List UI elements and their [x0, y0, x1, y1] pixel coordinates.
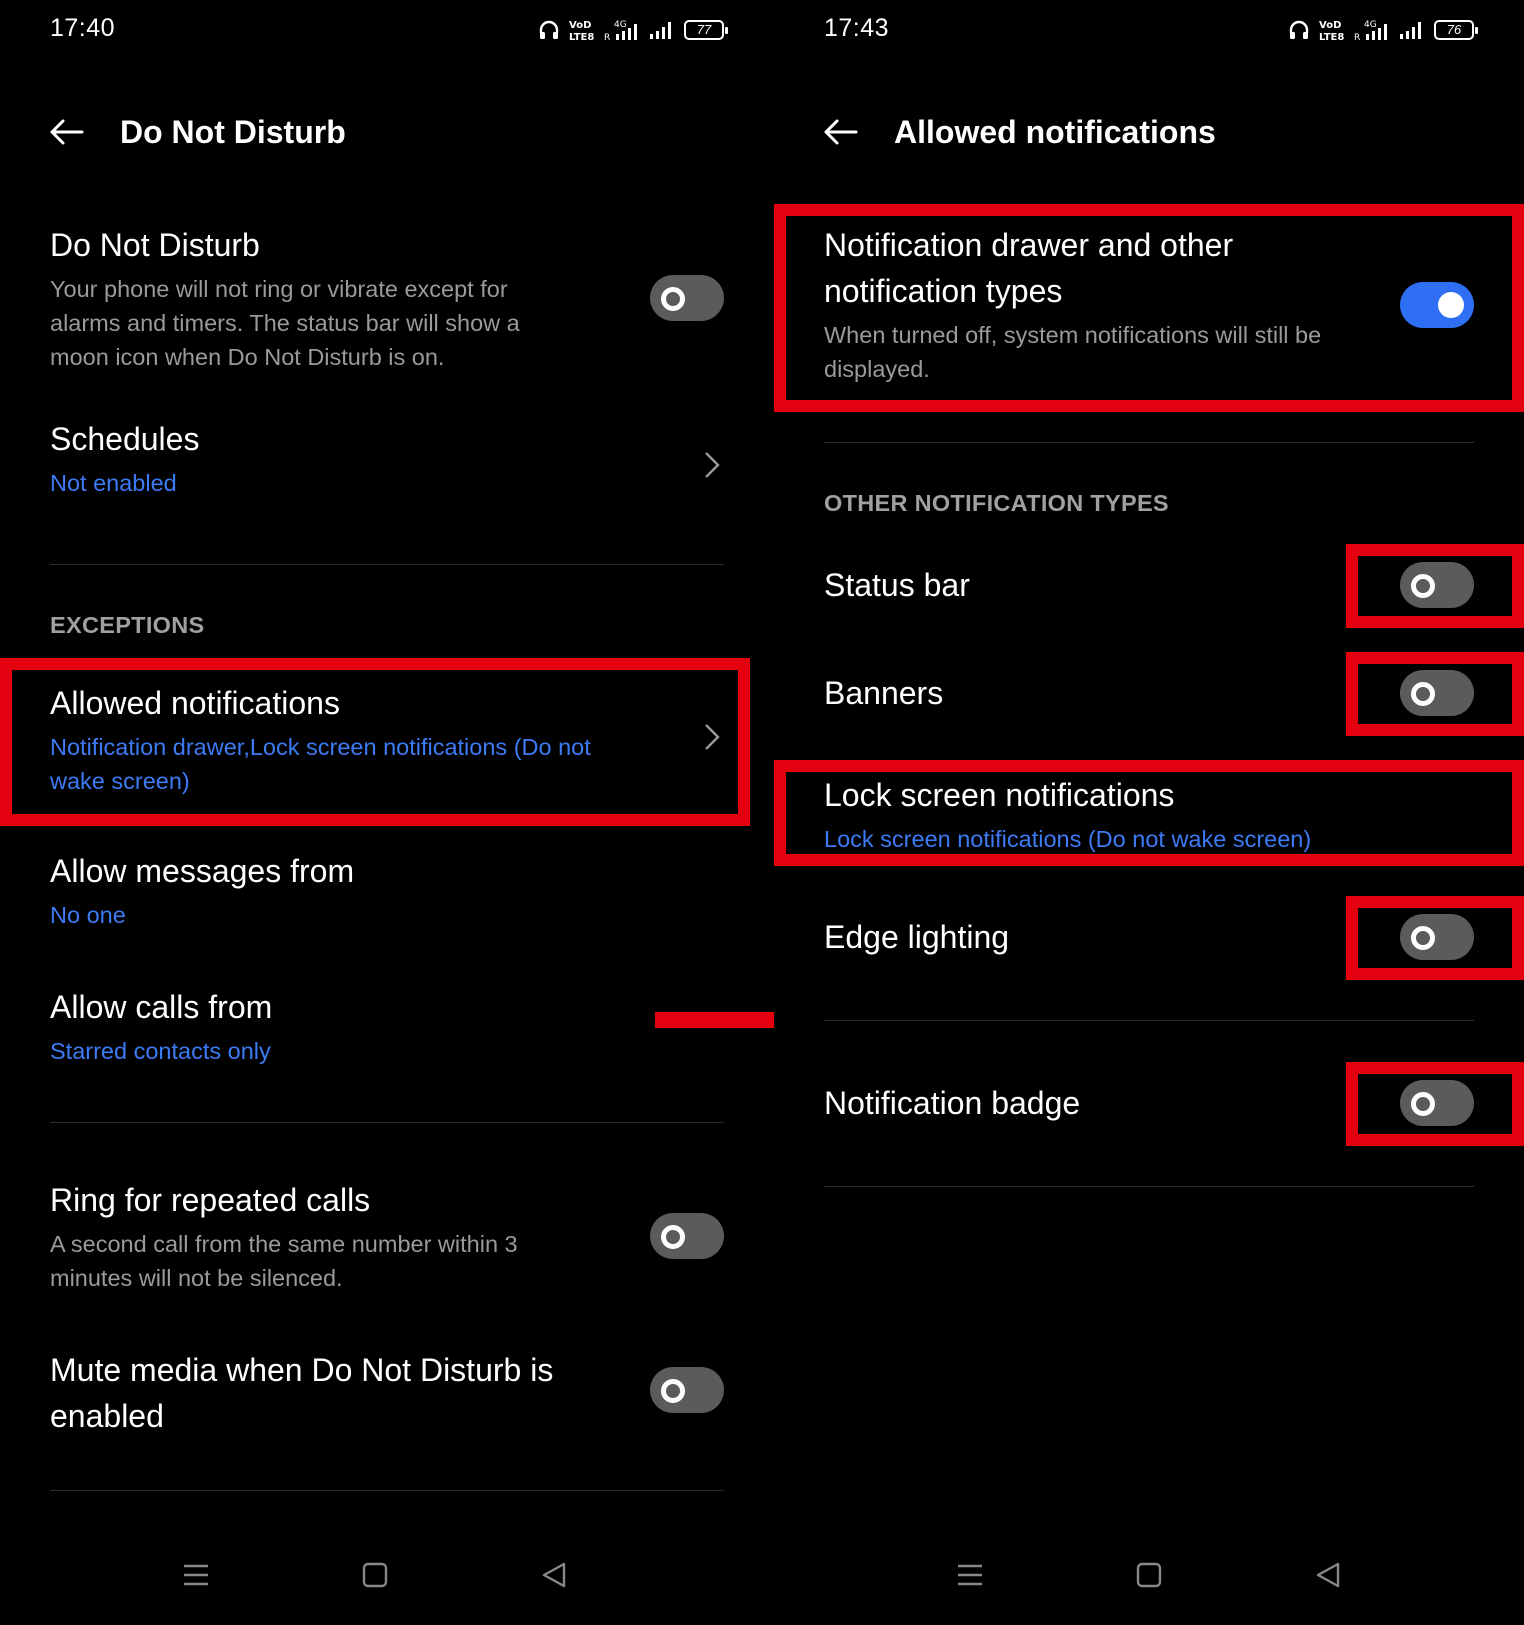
schedules-row[interactable]: Schedules Not enabled — [50, 416, 724, 500]
status-bar: 17:43 VoD LTE8 4G R 76 — [824, 14, 1478, 48]
signal-icon — [1400, 22, 1421, 39]
repeated-calls-description: A second call from the same number withi… — [50, 1231, 518, 1291]
signal-4g-icon: 4G R — [1354, 20, 1387, 42]
repeated-calls-title: Ring for repeated calls — [50, 1182, 371, 1218]
allow-calls-title: Allow calls from — [50, 989, 273, 1025]
battery-level: 76 — [1446, 22, 1462, 37]
headphones-icon — [1289, 20, 1309, 39]
dnd-title: Do Not Disturb — [50, 227, 260, 263]
svg-text:VoD: VoD — [569, 20, 591, 31]
svg-text:VoD: VoD — [1319, 20, 1341, 31]
divider — [824, 1186, 1474, 1187]
schedules-status: Not enabled — [50, 470, 177, 496]
divider — [50, 564, 724, 565]
notification-drawer-toggle[interactable] — [1400, 282, 1474, 328]
divider — [50, 1122, 724, 1123]
status-bar: 17:40 VoD LTE8 4G R 77 — [50, 14, 728, 48]
lock-screen-title: Lock screen notifications — [824, 777, 1175, 813]
svg-text:4G: 4G — [1364, 20, 1377, 30]
signal-4g-icon: 4G R — [604, 20, 637, 42]
app-bar: Allowed notifications — [822, 100, 1216, 164]
banners-title: Banners — [824, 675, 944, 711]
menu-icon[interactable] — [950, 1555, 990, 1595]
right-screen: 17:43 VoD LTE8 4G R 76 Allowed notificatio… — [774, 0, 1524, 1625]
battery-icon: 77 — [684, 20, 728, 40]
notification-badge-toggle[interactable] — [1400, 1080, 1474, 1126]
edge-lighting-toggle[interactable] — [1400, 914, 1474, 960]
mute-media-row[interactable]: Mute media when Do Not Disturb is enable… — [50, 1347, 724, 1439]
home-icon[interactable] — [355, 1555, 395, 1595]
exceptions-header: EXCEPTIONS — [50, 612, 205, 638]
lock-screen-row[interactable]: Lock screen notifications Lock screen no… — [824, 772, 1474, 856]
battery-level: 77 — [696, 22, 712, 37]
divider — [824, 442, 1474, 443]
left-screen: 17:40 VoD LTE8 4G R 77 Do Not Disturb Do N… — [0, 0, 774, 1625]
repeated-calls-toggle[interactable] — [650, 1213, 724, 1259]
back-arrow-icon[interactable] — [822, 112, 862, 152]
allowed-notifications-summary: Notification drawer,Lock screen notifica… — [50, 734, 591, 794]
page-title: Allowed notifications — [894, 113, 1216, 150]
dnd-toggle[interactable] — [650, 275, 724, 321]
volte-icon: VoDLTE8 — [1319, 20, 1344, 42]
back-triangle-icon[interactable] — [1308, 1555, 1348, 1595]
other-notification-types-header: OTHER NOTIFICATION TYPES — [824, 490, 1169, 516]
battery-icon: 76 — [1434, 20, 1478, 40]
banners-row[interactable]: Banners — [824, 670, 1474, 716]
app-bar: Do Not Disturb — [48, 100, 346, 164]
allowed-notifications-title: Allowed notifications — [50, 685, 340, 721]
chevron-right-icon — [705, 724, 720, 750]
divider — [824, 1020, 1474, 1021]
allow-messages-title: Allow messages from — [50, 853, 355, 889]
notification-badge-title: Notification badge — [824, 1085, 1081, 1121]
svg-text:4G: 4G — [614, 20, 627, 30]
signal-icon — [650, 22, 671, 39]
dnd-description: Your phone will not ring or vibrate exce… — [50, 276, 520, 370]
page-title: Do Not Disturb — [120, 113, 346, 150]
dnd-setting-row[interactable]: Do Not Disturb Your phone will not ring … — [50, 222, 724, 374]
nav-bar — [0, 1545, 774, 1605]
status-bar-title: Status bar — [824, 567, 970, 603]
svg-text:R: R — [1354, 33, 1360, 42]
back-arrow-icon[interactable] — [48, 112, 88, 152]
notification-drawer-row[interactable]: Notification drawer and other notificati… — [824, 222, 1474, 386]
allow-calls-value: Starred contacts only — [50, 1038, 271, 1064]
nav-bar — [774, 1545, 1524, 1605]
volte-icon: VoDLTE8 — [569, 20, 594, 42]
notification-badge-row[interactable]: Notification badge — [824, 1080, 1474, 1126]
mute-media-title: Mute media when Do Not Disturb is enable… — [50, 1352, 554, 1434]
allow-messages-value: No one — [50, 902, 126, 928]
status-bar-row[interactable]: Status bar — [824, 562, 1474, 608]
allow-messages-row[interactable]: Allow messages from No one — [50, 848, 724, 932]
status-time: 17:43 — [824, 14, 890, 42]
edge-lighting-title: Edge lighting — [824, 919, 1010, 955]
notification-drawer-description: When turned off, system notifications wi… — [824, 322, 1322, 382]
status-bar-toggle[interactable] — [1400, 562, 1474, 608]
schedules-title: Schedules — [50, 421, 200, 457]
allowed-notifications-row[interactable]: Allowed notifications Notification drawe… — [50, 680, 724, 798]
svg-text:LTE8: LTE8 — [1319, 32, 1344, 42]
banners-toggle[interactable] — [1400, 670, 1474, 716]
mute-media-toggle[interactable] — [650, 1367, 724, 1413]
headphones-icon — [539, 20, 559, 39]
menu-icon[interactable] — [176, 1555, 216, 1595]
edge-lighting-row[interactable]: Edge lighting — [824, 914, 1474, 960]
chevron-right-icon — [705, 452, 720, 478]
divider — [50, 1490, 724, 1491]
home-icon[interactable] — [1129, 1555, 1169, 1595]
status-time: 17:40 — [50, 14, 116, 42]
notification-drawer-title: Notification drawer and other notificati… — [824, 227, 1234, 309]
svg-text:R: R — [604, 33, 610, 42]
svg-text:LTE8: LTE8 — [569, 32, 594, 42]
repeated-calls-row[interactable]: Ring for repeated calls A second call fr… — [50, 1177, 724, 1295]
lock-screen-value: Lock screen notifications (Do not wake s… — [824, 826, 1312, 852]
allow-calls-row[interactable]: Allow calls from Starred contacts only — [50, 984, 724, 1068]
back-triangle-icon[interactable] — [534, 1555, 574, 1595]
